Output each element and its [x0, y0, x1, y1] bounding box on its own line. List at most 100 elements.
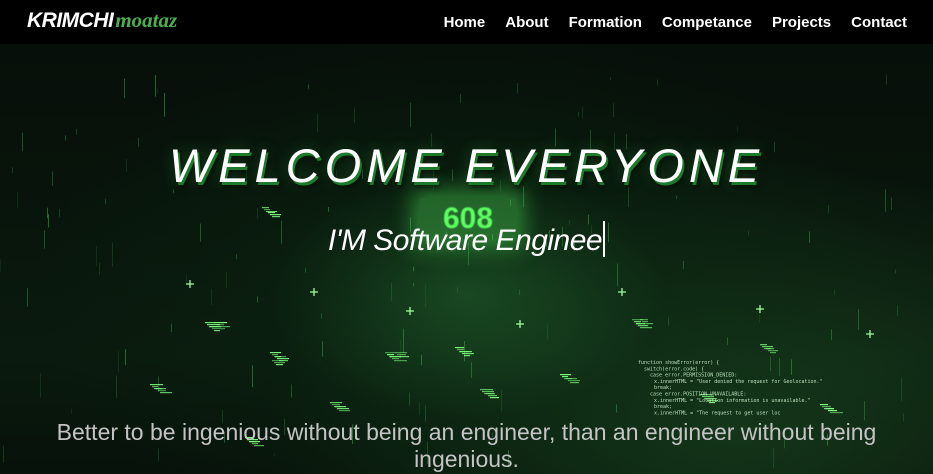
matrix-glyph: [264, 209, 270, 211]
matrix-glyph: [272, 216, 280, 218]
plus-sparkle: [866, 330, 874, 338]
matrix-glyph: [218, 326, 230, 328]
rain-streak: [886, 74, 887, 85]
plus-sparkle: [186, 280, 194, 288]
rain-streak: [610, 76, 611, 81]
rain-streak: [897, 305, 898, 316]
matrix-glyph: [457, 349, 464, 351]
rain-streak: [613, 103, 614, 118]
rain-streak: [226, 272, 227, 288]
rain-streak: [118, 350, 119, 373]
rain-streak: [124, 78, 125, 99]
rain-streak: [308, 84, 309, 89]
rain-streak: [257, 208, 258, 219]
rain-streak: [891, 197, 892, 211]
matrix-glyph: [339, 410, 350, 412]
matrix-glyph: [395, 352, 407, 354]
rain-streak: [471, 362, 472, 379]
matrix-glyph: [205, 322, 215, 324]
rain-streak: [657, 79, 658, 86]
matrix-glyph: [275, 356, 281, 358]
matrix-glyph: [394, 360, 407, 362]
plus-sparkle: [618, 288, 626, 296]
matrix-glyph: [464, 355, 470, 357]
rain-streak: [409, 392, 410, 406]
matrix-glyph: [826, 408, 834, 410]
rain-streak: [252, 365, 253, 388]
rain-streak: [779, 357, 780, 377]
rain-streak: [828, 204, 829, 214]
rain-streak: [171, 323, 172, 332]
matrix-glyph: [828, 410, 837, 412]
matrix-glyph: [636, 323, 645, 325]
logo[interactable]: KRIMCHI moataz: [27, 8, 177, 33]
rain-streak: [683, 260, 684, 270]
matrix-glyph: [399, 356, 409, 358]
rain-streak: [71, 408, 72, 414]
rain-streak: [186, 274, 187, 285]
matrix-glyph: [150, 384, 163, 386]
nav-link-competance[interactable]: Competance: [662, 14, 752, 31]
code-snippet-line: x.innerHTML = "User denied the request f…: [654, 379, 823, 385]
matrix-glyph: [455, 347, 464, 349]
hero-title: WELCOME EVERYONE: [168, 139, 765, 192]
matrix-glyph: [480, 389, 493, 391]
matrix-glyph: [274, 362, 285, 364]
matrix-glyph: [270, 214, 281, 216]
matrix-glyph: [640, 327, 652, 329]
matrix-background: function showError(error) {switch(error.…: [0, 74, 904, 468]
rain-streak: [413, 282, 414, 287]
rain-streak: [40, 373, 41, 399]
rain-streak: [125, 349, 126, 366]
rain-streak: [3, 445, 4, 463]
matrix-glyph: [644, 323, 653, 325]
matrix-glyph: [212, 328, 225, 330]
code-snippet-line: function showError(error) {: [638, 360, 719, 366]
matrix-glyph: [152, 386, 158, 388]
rain-streak: [99, 262, 100, 275]
rain-streak: [517, 83, 518, 94]
rain-streak: [164, 93, 165, 117]
nav-link-formation[interactable]: Formation: [569, 14, 642, 31]
rain-streak: [27, 288, 28, 307]
matrix-glyph: [642, 321, 648, 323]
hero-quote: Better to be ingenious without being an …: [56, 419, 877, 472]
rain-streak: [305, 267, 306, 273]
rain-streak: [676, 195, 677, 200]
matrix-glyph: [270, 352, 281, 354]
matrix-glyph: [460, 351, 472, 353]
matrix-glyph: [277, 358, 289, 360]
rain-streak: [831, 329, 832, 341]
matrix-glyph: [766, 348, 774, 350]
matrix-glyph: [634, 321, 641, 323]
rain-streak: [321, 313, 322, 319]
matrix-glyph: [387, 354, 394, 356]
typing-line: I'M Software Enginee: [0, 221, 933, 258]
matrix-glyph: [262, 207, 269, 209]
code-snippet-line: case error.PERMISSION_DENIED:: [650, 373, 737, 379]
rain-streak: [116, 375, 117, 399]
matrix-glyph: [562, 376, 568, 378]
typing-text: I'M Software Enginee: [327, 224, 603, 257]
rain-streak: [211, 288, 212, 306]
rain-streak: [317, 113, 318, 132]
rain-streak: [157, 88, 158, 94]
matrix-glyph: [330, 402, 342, 404]
nav-link-contact[interactable]: Contact: [851, 14, 907, 31]
rain-streak: [727, 337, 728, 345]
rain-streak: [460, 93, 461, 103]
matrix-glyph: [770, 352, 776, 354]
rain-streak: [257, 296, 258, 303]
rain-streak: [616, 404, 617, 413]
rain-streak: [17, 191, 18, 209]
matrix-glyph: [566, 378, 572, 380]
matrix-glyph: [822, 406, 831, 408]
matrix-glyph: [568, 380, 580, 382]
rain-streak: [413, 266, 414, 272]
nav-link-projects[interactable]: Projects: [772, 14, 831, 31]
nav-link-home[interactable]: Home: [444, 14, 486, 31]
rain-streak: [864, 400, 865, 421]
nav-link-about[interactable]: About: [505, 14, 548, 31]
matrix-glyph: [385, 352, 395, 354]
rain-streak: [59, 209, 60, 218]
